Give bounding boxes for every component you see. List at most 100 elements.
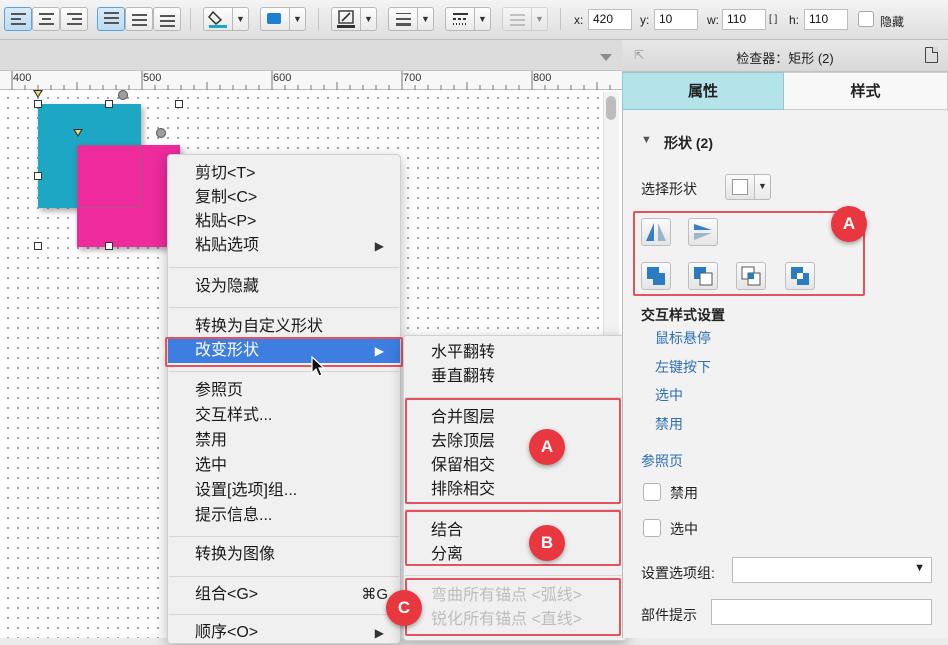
- tab-style[interactable]: 样式: [784, 72, 948, 110]
- h-input[interactable]: 110: [804, 9, 848, 30]
- angle-handle-icon[interactable]: [33, 90, 43, 98]
- menu-item-set-option-group[interactable]: 设置[选项]组...: [168, 479, 400, 503]
- line-style-dropdown[interactable]: ▼: [475, 7, 491, 31]
- tab-properties[interactable]: 属性: [622, 72, 784, 110]
- collapse-triangle-icon[interactable]: ▼: [641, 134, 652, 146]
- canvas-scroll-thumb[interactable]: [606, 96, 616, 120]
- link-reference-page[interactable]: 参照页: [641, 451, 683, 471]
- arrow-style-dropdown[interactable]: ▼: [532, 7, 548, 31]
- menu-item-set-hidden[interactable]: 设为隐藏: [168, 275, 400, 299]
- link-disabled[interactable]: 禁用: [655, 414, 683, 434]
- valign-top-button[interactable]: [97, 7, 125, 31]
- menu-item-cut[interactable]: 剪切<T>: [168, 162, 400, 186]
- valign-middle-button[interactable]: [125, 7, 153, 31]
- inspector-header: ⇱ 检查器：矩形 (2): [622, 40, 948, 72]
- shadow-dropdown[interactable]: ▼: [290, 7, 306, 31]
- toolbar-separator: [560, 8, 561, 30]
- w-input[interactable]: 110: [722, 9, 766, 30]
- menu-item-flip-horizontal[interactable]: 水平翻转: [404, 341, 626, 365]
- link-selected[interactable]: 选中: [655, 385, 683, 405]
- disabled-checkbox[interactable]: [643, 483, 661, 501]
- menu-separator: [169, 614, 399, 615]
- arrow-style-button[interactable]: [502, 7, 532, 31]
- highlight-box: [405, 578, 621, 636]
- menu-item-interaction-styles[interactable]: 交互样式...: [168, 404, 400, 428]
- shadow-button[interactable]: [260, 7, 290, 31]
- corner-radius-handle[interactable]: [156, 128, 166, 138]
- option-group-select[interactable]: ▼: [732, 557, 932, 583]
- annotation-badge-b: B: [529, 525, 565, 561]
- resize-handle[interactable]: [105, 242, 113, 250]
- resize-handle[interactable]: [34, 242, 42, 250]
- toolbar-separator: [190, 8, 191, 30]
- x-input[interactable]: 420: [588, 9, 632, 30]
- menu-item-selected[interactable]: 选中: [168, 454, 400, 478]
- menu-item-order[interactable]: 顺序<O> ▶: [168, 621, 400, 645]
- link-mouse-down[interactable]: 左键按下: [655, 357, 711, 377]
- line-width-button[interactable]: [388, 7, 418, 31]
- interaction-styles-title: 交互样式设置: [641, 307, 725, 323]
- menu-item-tooltip[interactable]: 提示信息...: [168, 504, 400, 528]
- select-shape-dropdown[interactable]: ▼: [755, 174, 771, 200]
- rectangle-shape-icon: [732, 179, 748, 195]
- annotation-badge-a: A: [831, 206, 867, 242]
- menu-item-label: 顺序<O>: [195, 624, 259, 641]
- menu-item-convert-custom-shape[interactable]: 转换为自定义形状: [168, 315, 400, 339]
- line-color-button[interactable]: [331, 7, 361, 31]
- menu-item-label: 组合<G>: [195, 586, 259, 603]
- page-tab-strip: [0, 40, 622, 71]
- angle-handle-icon[interactable]: [73, 129, 83, 137]
- document-icon[interactable]: [925, 47, 938, 63]
- link-mouse-hover[interactable]: 鼠标悬停: [655, 328, 711, 348]
- lock-ratio-toggle[interactable]: [ ]: [769, 14, 777, 25]
- fill-color-dropdown[interactable]: ▼: [233, 7, 249, 31]
- shadow-icon: [267, 13, 281, 24]
- line-color-dropdown[interactable]: ▼: [361, 7, 377, 31]
- highlight-box: [165, 337, 403, 367]
- menu-item-paste-options[interactable]: 粘贴选项 ▶: [168, 234, 400, 258]
- line-width-dropdown[interactable]: ▼: [418, 7, 434, 31]
- line-style-button[interactable]: [445, 7, 475, 31]
- selected-checkbox[interactable]: [643, 519, 661, 537]
- disabled-label: 禁用: [670, 485, 698, 501]
- align-left-button[interactable]: [4, 7, 32, 31]
- y-input[interactable]: 10: [654, 9, 698, 30]
- tab-menu-chevron-icon[interactable]: [600, 54, 612, 61]
- highlight-box: [405, 510, 621, 566]
- chevron-down-icon: ▼: [914, 562, 925, 574]
- w-label: w:: [707, 13, 719, 27]
- menu-item-copy[interactable]: 复制<C>: [168, 186, 400, 210]
- resize-handle[interactable]: [105, 100, 113, 108]
- h-label: h:: [789, 13, 800, 27]
- ruler-mark: 600: [273, 72, 292, 84]
- menu-separator: [169, 307, 399, 308]
- menu-item-label: 粘贴选项: [195, 237, 260, 254]
- y-label: y:: [640, 13, 650, 27]
- tooltip-input[interactable]: [711, 599, 932, 625]
- resize-handle[interactable]: [175, 100, 183, 108]
- menu-item-group[interactable]: 组合<G> ⌘G: [168, 583, 400, 607]
- hidden-checkbox[interactable]: [858, 11, 874, 27]
- corner-radius-handle[interactable]: [118, 90, 128, 100]
- resize-handle[interactable]: [34, 100, 42, 108]
- annotation-badge-c: C: [386, 590, 422, 626]
- pen-icon: [337, 10, 355, 28]
- align-right-button[interactable]: [60, 7, 88, 31]
- submenu-arrow-icon: ▶: [374, 626, 384, 640]
- highlight-box: [405, 398, 621, 504]
- menu-item-convert-image[interactable]: 转换为图像: [168, 543, 400, 567]
- menu-item-flip-vertical[interactable]: 垂直翻转: [404, 365, 626, 389]
- horizontal-ruler: 400 500 600 700 800: [0, 71, 622, 90]
- menu-separator: [169, 267, 399, 268]
- submenu-arrow-icon: ▶: [374, 239, 384, 253]
- menu-item-disabled[interactable]: 禁用: [168, 429, 400, 453]
- menu-item-paste[interactable]: 粘贴<P>: [168, 210, 400, 234]
- annotation-badge-a: A: [529, 429, 565, 465]
- menu-item-reference-page[interactable]: 参照页: [168, 379, 400, 403]
- mouse-cursor-icon: [311, 356, 325, 377]
- valign-bottom-button[interactable]: [153, 7, 181, 31]
- align-center-button[interactable]: [32, 7, 60, 31]
- resize-handle[interactable]: [34, 172, 42, 180]
- select-shape-button[interactable]: [725, 174, 755, 200]
- fill-color-button[interactable]: [203, 7, 233, 31]
